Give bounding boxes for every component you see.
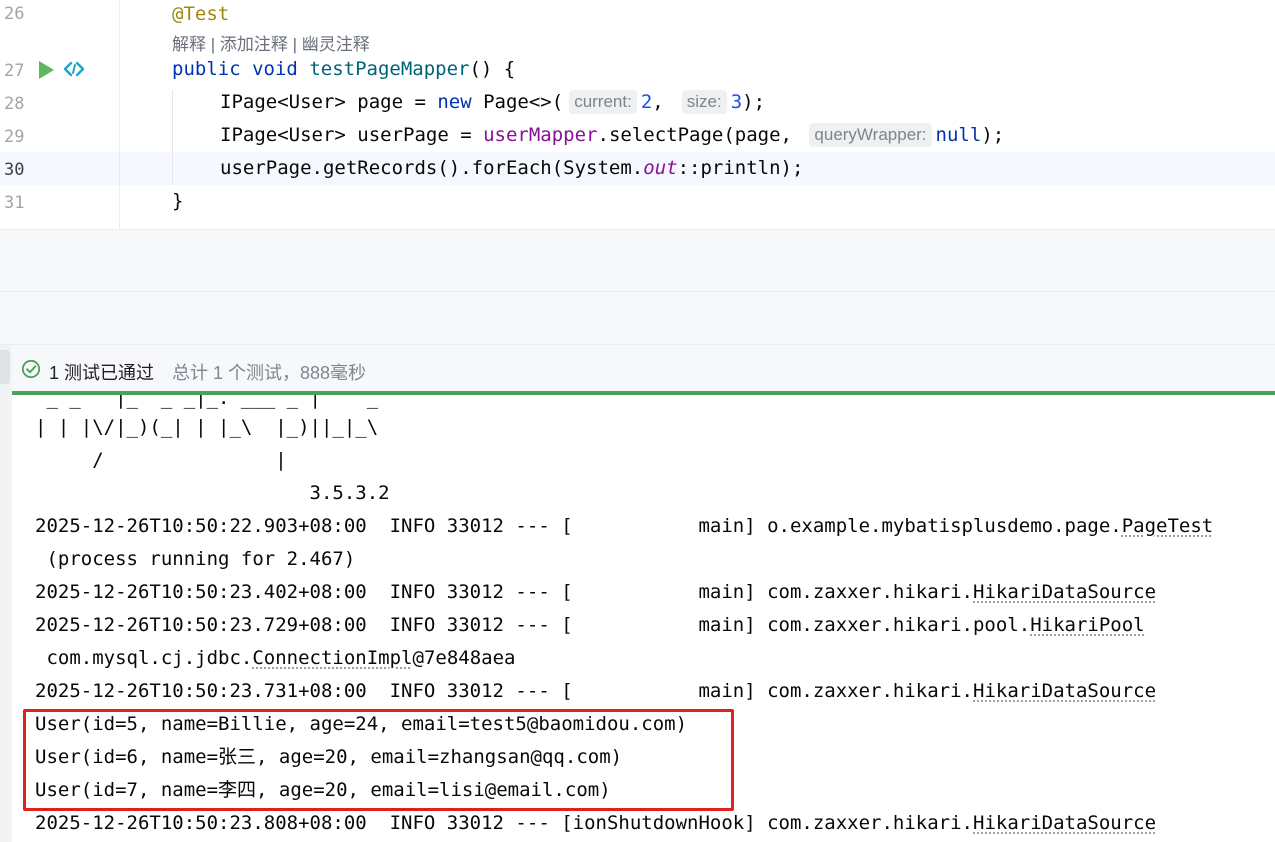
codelens-actions[interactable]: 解释 | 添加注释 | 幽灵注释 (172, 30, 370, 55)
gutter-divider (119, 0, 120, 230)
line-number: 26 (4, 4, 25, 24)
log-line: 2025-12-26T10:50:23.808+08:00 INFO 33012… (35, 812, 1157, 834)
test-annotation: @Test (172, 3, 230, 25)
log-line-continuation: (process running for 2.467) (35, 548, 356, 570)
test-summary: 总计 1 个测试，888毫秒 (172, 363, 367, 383)
panel-spacer (0, 230, 1275, 292)
line-number: 28 (4, 94, 25, 114)
banner-version: 3.5.3.2 (35, 482, 390, 504)
highlight-annotation-box (23, 709, 734, 811)
banner-line: | | |\/|_)(_| | |_\ |_)||_|_\ (35, 416, 379, 438)
line-number: 29 (4, 127, 25, 147)
class-link[interactable]: HikariDataSource (973, 680, 1156, 702)
log-line: 2025-12-26T10:50:23.729+08:00 INFO 33012… (35, 614, 1145, 636)
tool-window-rail (0, 345, 12, 842)
test-status[interactable]: 1 测试已通过 (49, 359, 154, 385)
param-hint-current: current: (569, 90, 637, 114)
log-line: 2025-12-26T10:50:23.402+08:00 INFO 33012… (35, 581, 1157, 603)
code-line-29: IPage<User> userPage = userMapper.select… (220, 123, 1005, 147)
class-link[interactable]: ConnectionImpl (252, 647, 412, 669)
log-line-continuation: com.mysql.cj.jdbc.ConnectionImpl@7e848ae… (35, 647, 516, 669)
banner-line: / | (35, 449, 287, 471)
code-line-28: IPage<User> page = new Page<>(current: 2,… (220, 90, 766, 114)
code-line-31: } (172, 190, 184, 212)
test-passed-icon (21, 359, 41, 379)
run-test-icon[interactable] (37, 60, 55, 80)
line-number: 31 (4, 193, 25, 213)
code-line-27: public void testPageMapper() { (172, 58, 516, 80)
panel-spacer (0, 292, 1275, 344)
class-link[interactable]: PageTest (1122, 515, 1214, 537)
tool-window-tab[interactable] (0, 350, 10, 384)
link-icon[interactable] (62, 59, 86, 79)
code-editor[interactable]: 26 27 28 29 30 31 @Test 解释 | 添加注释 | 幽灵注释… (0, 0, 1275, 230)
line-number-current: 30 (4, 160, 25, 180)
indent-guide (172, 90, 173, 185)
code-line-30: userPage.getRecords().forEach(System.out… (220, 157, 804, 179)
class-link[interactable]: HikariDataSource (973, 581, 1156, 603)
log-line: 2025-12-26T10:50:23.731+08:00 INFO 33012… (35, 680, 1157, 702)
class-link[interactable]: HikariDataSource (973, 812, 1156, 834)
class-link[interactable]: HikariPool (1030, 614, 1144, 636)
param-hint-querywrapper: queryWrapper: (809, 123, 932, 147)
log-line: 2025-12-26T10:50:22.903+08:00 INFO 33012… (35, 515, 1214, 537)
param-hint-size: size: (681, 90, 727, 114)
